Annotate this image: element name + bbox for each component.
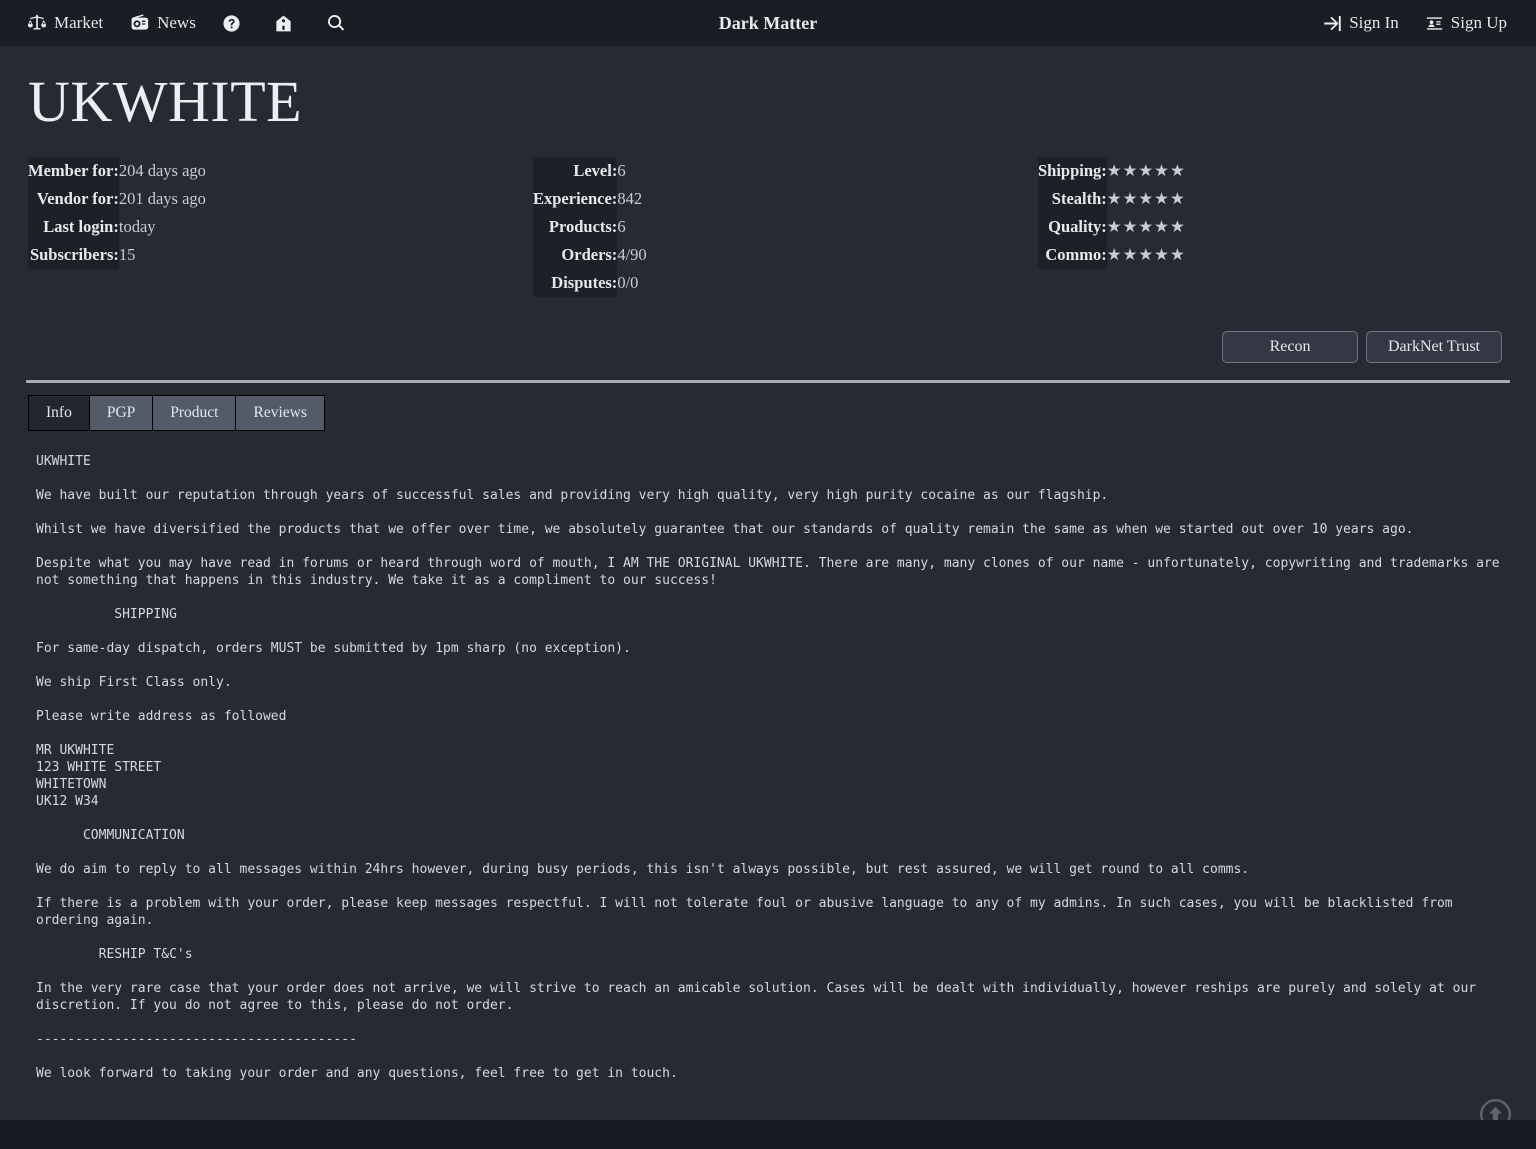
table-row: Last login: today	[28, 212, 206, 241]
nav-item-help[interactable]	[209, 0, 261, 46]
navbar-right-group: Sign In Sign Up	[1310, 0, 1520, 46]
stat-label-products: Products:	[533, 212, 618, 241]
table-row: Level: 6	[533, 156, 647, 185]
stat-label-subscribers: Subscribers:	[28, 240, 119, 269]
vendor-actions: Recon DarkNet Trust	[14, 330, 1522, 363]
table-row: Vendor for: 201 days ago	[28, 184, 206, 213]
vendor-stats: Member for: 204 days ago Vendor for: 201…	[14, 156, 1522, 297]
sign-in-button[interactable]: Sign In	[1310, 0, 1412, 46]
scales-icon	[27, 13, 47, 33]
stats-column-account: Member for: 204 days ago Vendor for: 201…	[28, 156, 533, 297]
stat-value-subscribers: 15	[118, 244, 136, 264]
stat-value-last-login: today	[118, 216, 156, 236]
rating-stars-stealth: ★★★★★	[1106, 188, 1186, 208]
tab-reviews[interactable]: Reviews	[236, 395, 324, 430]
search-icon	[326, 13, 346, 33]
tab-product[interactable]: Product	[153, 395, 237, 430]
stat-value-level: 6	[617, 160, 626, 180]
stat-label-experience: Experience:	[533, 184, 618, 213]
stat-value-products: 6	[617, 216, 626, 236]
top-navbar: Market News Dark Matter Sign In Sign Up	[0, 0, 1536, 46]
nav-item-market[interactable]: Market	[14, 0, 116, 46]
stat-label-member-for: Member for:	[28, 156, 119, 185]
nav-item-market-label: Market	[54, 13, 104, 32]
stat-label-disputes: Disputes:	[533, 268, 618, 297]
stat-value-orders: 4/90	[617, 244, 647, 264]
sign-up-label: Sign Up	[1450, 13, 1507, 32]
table-row: Member for: 204 days ago	[28, 156, 206, 185]
table-row: Experience: 842	[533, 184, 647, 213]
stat-label-shipping: Shipping:	[1038, 156, 1107, 185]
table-row: Quality: ★★★★★	[1038, 212, 1186, 241]
sign-up-button[interactable]: Sign Up	[1412, 0, 1520, 46]
table-row: Subscribers: 15	[28, 240, 206, 269]
table-row: Disputes: 0/0	[533, 268, 647, 297]
nav-item-news[interactable]: News	[116, 0, 209, 46]
stat-label-orders: Orders:	[533, 240, 618, 269]
sign-in-icon	[1323, 14, 1342, 33]
stat-label-level: Level:	[533, 156, 618, 185]
table-row: Products: 6	[533, 212, 647, 241]
stats-column-activity: Level: 6 Experience: 842 Products: 6 Ord…	[533, 156, 1038, 297]
page-content: UKWHITE Member for: 204 days ago Vendor …	[0, 69, 1536, 1082]
section-divider	[26, 379, 1510, 383]
nav-item-search[interactable]	[313, 0, 366, 46]
stats-column-ratings: Shipping: ★★★★★ Stealth: ★★★★★ Quality: …	[1038, 156, 1468, 297]
question-circle-icon	[222, 14, 241, 33]
stat-label-commo: Commo:	[1038, 240, 1107, 269]
rating-stars-quality: ★★★★★	[1106, 216, 1186, 236]
page-title: UKWHITE	[28, 69, 303, 134]
page-footer	[0, 1120, 1536, 1149]
stat-label-quality: Quality:	[1038, 212, 1107, 241]
nav-item-news-label: News	[157, 13, 196, 32]
recon-button[interactable]: Recon	[1222, 330, 1358, 363]
sign-in-label: Sign In	[1349, 13, 1399, 32]
nav-item-home[interactable]	[261, 0, 313, 46]
radio-icon	[129, 13, 150, 33]
stat-value-experience: 842	[617, 188, 643, 208]
vendor-info-text: UKWHITE We have built our reputation thr…	[36, 453, 1500, 1081]
navbar-left-group: Market News	[14, 0, 366, 46]
vendor-tabs: Info PGP Product Reviews	[28, 394, 325, 431]
stat-label-stealth: Stealth:	[1038, 184, 1107, 213]
stat-value-disputes: 0/0	[617, 272, 639, 292]
darknet-trust-button[interactable]: DarkNet Trust	[1366, 330, 1502, 363]
rating-stars-shipping: ★★★★★	[1106, 160, 1186, 180]
stat-value-member-for: 204 days ago	[118, 160, 206, 180]
table-row: Commo: ★★★★★	[1038, 240, 1186, 269]
stat-label-last-login: Last login:	[28, 212, 119, 241]
id-card-icon	[1425, 14, 1444, 33]
stat-value-vendor-for: 201 days ago	[118, 188, 206, 208]
rating-stars-commo: ★★★★★	[1106, 244, 1186, 264]
table-row: Shipping: ★★★★★	[1038, 156, 1186, 185]
table-row: Stealth: ★★★★★	[1038, 184, 1186, 213]
tab-info[interactable]: Info	[29, 395, 90, 430]
stat-label-vendor-for: Vendor for:	[28, 184, 119, 213]
table-row: Orders: 4/90	[533, 240, 647, 269]
tab-pgp[interactable]: PGP	[89, 395, 154, 430]
home-icon	[274, 14, 293, 33]
